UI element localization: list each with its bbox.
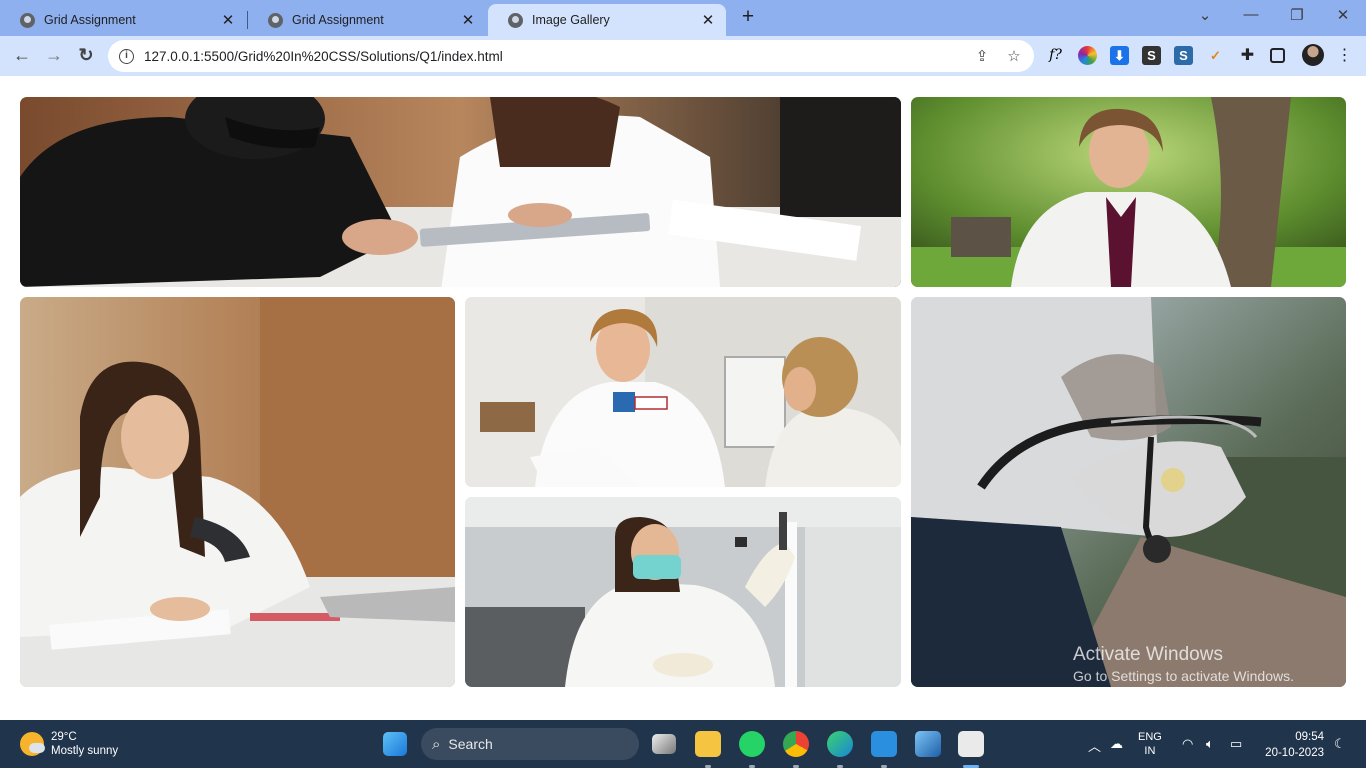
site-info-icon[interactable]: i: [119, 48, 134, 64]
clock-time: 09:54: [1295, 731, 1324, 743]
edge-icon[interactable]: [827, 731, 853, 757]
photos-icon[interactable]: [915, 731, 941, 757]
gallery-image-doctor-writing: [20, 297, 455, 687]
gallery-image-lab-researcher: [465, 497, 901, 687]
notifications-moon-icon[interactable]: ☾: [1334, 736, 1346, 752]
tab-title: Image Gallery: [532, 13, 610, 27]
profile-avatar[interactable]: [1302, 44, 1324, 66]
region-code: IN: [1144, 745, 1156, 757]
taskbar-search-box[interactable]: ⌕ Search: [421, 728, 639, 760]
image-gallery-grid: [20, 97, 1346, 687]
tab-search-chevron-icon[interactable]: ⌄: [1195, 6, 1215, 24]
weather-widget[interactable]: 29°C Mostly sunny: [20, 730, 118, 758]
vscode-icon[interactable]: [871, 731, 897, 757]
s-extension-icon[interactable]: S: [1142, 46, 1161, 65]
activate-windows-watermark: Activate Windows Go to Settings to activ…: [1073, 644, 1294, 684]
task-view-icon[interactable]: [652, 734, 676, 754]
globe-icon: [508, 12, 523, 28]
weather-condition: Mostly sunny: [51, 745, 119, 757]
s-blue-extension-icon[interactable]: S: [1174, 46, 1193, 65]
gallery-image-consultation: [20, 97, 901, 287]
new-tab-button[interactable]: +: [737, 6, 759, 29]
battery-icon[interactable]: ▭: [1230, 736, 1242, 752]
watermark-title: Activate Windows: [1073, 644, 1223, 665]
search-icon: ⌕: [432, 735, 441, 753]
menu-kebab-icon[interactable]: ⋮: [1335, 46, 1354, 65]
windows-start-icon[interactable]: [383, 732, 407, 756]
language-code: ENG: [1138, 731, 1162, 743]
clock-date: 20-10-2023: [1265, 747, 1324, 759]
font-extension-icon[interactable]: f?: [1046, 46, 1065, 65]
reload-button[interactable]: ↻: [74, 44, 98, 68]
address-bar[interactable]: i 127.0.0.1:5500/Grid%20In%20CSS/Solutio…: [108, 40, 1034, 72]
gallery-image-doctor-patient: [465, 297, 901, 487]
color-picker-extension-icon[interactable]: [1078, 46, 1097, 65]
onedrive-status-icon[interactable]: ☁: [1110, 736, 1123, 752]
system-clock[interactable]: 09:54 20-10-2023: [1262, 729, 1324, 761]
forward-button[interactable]: →: [42, 44, 66, 68]
gallery-image-doctor-outdoors: [911, 97, 1346, 287]
browser-toolbar: ← → ↻ i 127.0.0.1:5500/Grid%20In%20CSS/S…: [0, 36, 1366, 76]
language-indicator[interactable]: ENG IN: [1138, 730, 1162, 758]
gallery-image-stethoscope-mask: [911, 297, 1346, 687]
puzzle-extensions-icon[interactable]: ✚: [1238, 46, 1257, 65]
bookmark-star-icon[interactable]: ☆: [1002, 47, 1026, 65]
url-text[interactable]: 127.0.0.1:5500/Grid%20In%20CSS/Solutions…: [144, 49, 970, 64]
browser-tab-strip: Grid Assignment ✕ Grid Assignment ✕ Imag…: [0, 0, 1366, 36]
tab-title: Grid Assignment: [292, 13, 384, 27]
side-panel-icon[interactable]: [1270, 48, 1285, 63]
close-tab-icon[interactable]: ✕: [700, 12, 716, 29]
user-extension-icon[interactable]: ✓: [1206, 46, 1225, 65]
watermark-subtitle: Go to Settings to activate Windows.: [1073, 668, 1294, 684]
search-label: Search: [448, 736, 493, 752]
chrome-icon[interactable]: [783, 731, 809, 757]
close-tab-icon[interactable]: ✕: [220, 12, 236, 29]
share-icon[interactable]: ⇪: [970, 47, 994, 65]
whatsapp-icon[interactable]: [739, 731, 765, 757]
tab-grid-assignment-1[interactable]: Grid Assignment ✕: [0, 4, 246, 36]
close-tab-icon[interactable]: ✕: [460, 12, 476, 29]
tab-title: Grid Assignment: [44, 13, 136, 27]
minimize-button[interactable]: —: [1241, 6, 1261, 23]
back-button[interactable]: ←: [10, 44, 34, 68]
weather-temperature: 29°C: [51, 731, 77, 743]
windows-taskbar: 29°C Mostly sunny ⌕ Search ︿ ☁ ENG IN ◠ …: [0, 720, 1366, 768]
globe-icon: [20, 12, 35, 28]
volume-icon[interactable]: 🔈︎: [1206, 736, 1214, 752]
globe-icon: [268, 12, 283, 28]
show-hidden-icons-chevron[interactable]: ︿: [1088, 736, 1101, 755]
tab-grid-assignment-2[interactable]: Grid Assignment ✕: [248, 4, 486, 36]
partly-sunny-icon: [20, 732, 45, 756]
close-window-button[interactable]: ✕: [1333, 6, 1353, 24]
file-explorer-icon[interactable]: [695, 731, 721, 757]
restore-button[interactable]: ❐: [1287, 6, 1307, 24]
download-extension-icon[interactable]: ⬇: [1110, 46, 1129, 65]
tab-image-gallery[interactable]: Image Gallery ✕: [488, 4, 726, 36]
wifi-icon[interactable]: ◠: [1182, 736, 1193, 752]
snipping-tool-icon[interactable]: [958, 731, 984, 757]
